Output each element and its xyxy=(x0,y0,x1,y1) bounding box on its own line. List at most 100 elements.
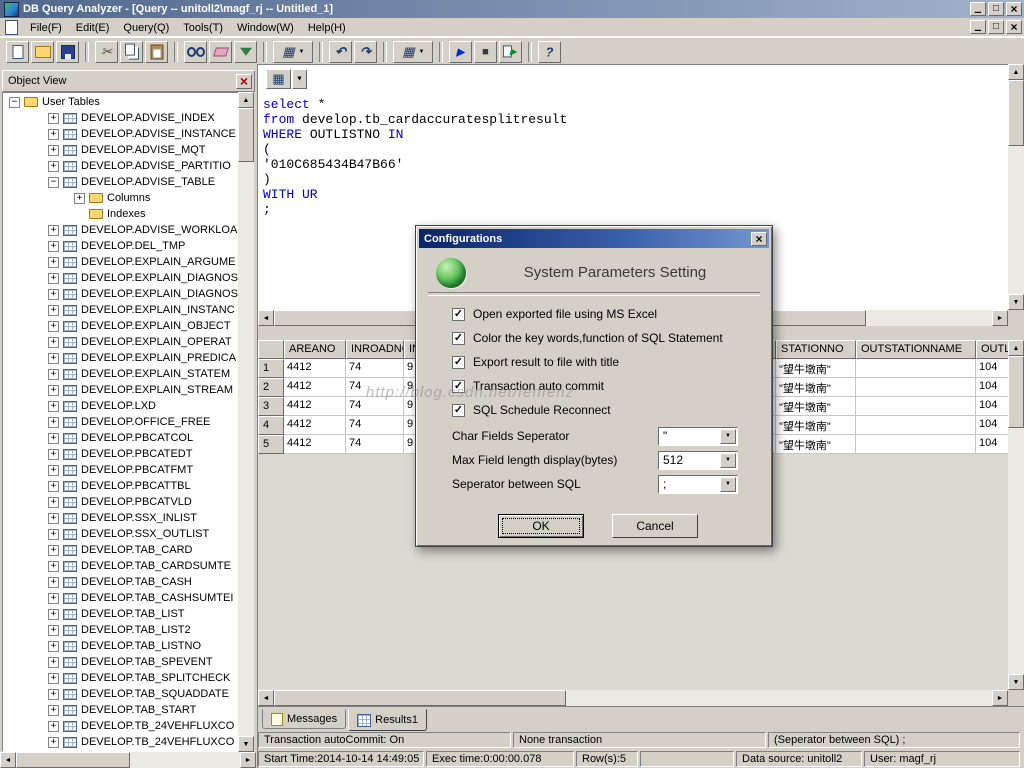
checkbox[interactable] xyxy=(452,403,465,417)
tree-item[interactable]: + DEVELOP.TAB_SQUADDATE xyxy=(4,686,238,702)
grid-cell[interactable]: 4412 xyxy=(284,397,346,416)
grid-cell[interactable]: 4412 xyxy=(284,378,346,397)
app-icon[interactable] xyxy=(4,1,19,17)
checkbox[interactable] xyxy=(452,307,465,321)
close-button[interactable] xyxy=(1006,2,1022,16)
expand-icon[interactable]: + xyxy=(48,672,59,684)
execute-file-button[interactable] xyxy=(499,40,522,63)
tree-item[interactable]: − DEVELOP.ADVISE_TABLE xyxy=(4,174,238,190)
grid-cell[interactable] xyxy=(856,397,976,416)
combo-dropdown-button[interactable] xyxy=(720,428,736,444)
tree-item[interactable]: + DEVELOP.TAB_CARD xyxy=(4,542,238,558)
editor-vertical-scrollbar[interactable] xyxy=(1008,64,1024,310)
scroll-left-button[interactable] xyxy=(258,310,274,326)
expand-icon[interactable]: + xyxy=(74,192,85,204)
scroll-left-button[interactable] xyxy=(258,690,274,706)
tree-item[interactable]: + DEVELOP.PBCATFMT xyxy=(4,462,238,478)
combo-box[interactable]: ; xyxy=(658,474,738,494)
grid-cell[interactable]: "望牛墩南" xyxy=(776,378,856,397)
grid-cell[interactable]: 4412 xyxy=(284,435,346,454)
expand-icon[interactable]: + xyxy=(48,496,59,508)
tree-item[interactable]: + DEVELOP.TAB_START xyxy=(4,702,238,718)
find-button[interactable] xyxy=(184,40,207,63)
dialog-titlebar[interactable]: Configurations xyxy=(419,229,769,248)
minimize-button[interactable] xyxy=(970,2,986,16)
grid-column-header[interactable]: AREANO xyxy=(284,340,346,359)
tree-item[interactable]: + DEVELOP.DEL_TMP xyxy=(4,238,238,254)
expand-icon[interactable]: + xyxy=(48,528,59,540)
execute-query-button[interactable] xyxy=(449,40,472,63)
expand-icon[interactable]: + xyxy=(48,320,59,332)
save-button[interactable] xyxy=(56,40,79,63)
expand-icon[interactable]: + xyxy=(48,464,59,476)
expand-icon[interactable]: + xyxy=(48,688,59,700)
grid-cell[interactable]: 104 xyxy=(976,397,1008,416)
scroll-left-button[interactable] xyxy=(0,752,16,768)
tree-item[interactable]: + DEVELOP.EXPLAIN_INSTANC xyxy=(4,302,238,318)
paste-button[interactable] xyxy=(145,40,168,63)
expand-icon[interactable]: + xyxy=(48,400,59,412)
expand-icon[interactable]: + xyxy=(48,224,59,236)
scroll-down-button[interactable] xyxy=(1008,294,1024,310)
tree-item[interactable]: + DEVELOP.ADVISE_INDEX xyxy=(4,110,238,126)
expand-icon[interactable]: + xyxy=(48,560,59,572)
object-view-close-button[interactable] xyxy=(236,73,252,89)
expand-icon[interactable]: + xyxy=(48,480,59,492)
grid-cell[interactable] xyxy=(856,359,976,378)
expand-icon[interactable]: + xyxy=(48,512,59,524)
expand-icon[interactable]: + xyxy=(48,720,59,732)
dialog-close-button[interactable] xyxy=(751,231,767,246)
tree-item[interactable]: + DEVELOP.TAB_LISTNO xyxy=(4,638,238,654)
tab-results1[interactable]: Results1 xyxy=(348,709,427,731)
expand-icon[interactable]: + xyxy=(48,368,59,380)
expand-icon[interactable]: + xyxy=(48,256,59,268)
scroll-right-button[interactable] xyxy=(992,310,1008,326)
grid-cell[interactable]: 104 xyxy=(976,435,1008,454)
tree-item[interactable]: + DEVELOP.TAB_SPEVENT xyxy=(4,654,238,670)
mdi-minimize-button[interactable] xyxy=(970,20,986,34)
expand-icon[interactable]: + xyxy=(48,576,59,588)
row-header[interactable]: 5 xyxy=(258,435,284,454)
tree-item[interactable]: + DEVELOP.TB_24VEHFLUXCO xyxy=(4,734,238,750)
tree-item[interactable]: + DEVELOP.TAB_SPLITCHECK xyxy=(4,670,238,686)
grid-cell[interactable]: 74 xyxy=(346,435,404,454)
scroll-right-button[interactable] xyxy=(240,752,256,768)
grid-column-header[interactable]: OUTLA xyxy=(976,340,1008,359)
tree-item[interactable]: + DEVELOP.ADVISE_WORKLOA xyxy=(4,222,238,238)
tree-item[interactable]: + DEVELOP.SSX_OUTLIST xyxy=(4,526,238,542)
tree-item[interactable]: + DEVELOP.TAB_CASH xyxy=(4,574,238,590)
expand-icon[interactable]: + xyxy=(48,608,59,620)
grid-cell[interactable]: 74 xyxy=(346,416,404,435)
tree-vertical-scrollbar[interactable] xyxy=(238,92,254,752)
row-header[interactable]: 4 xyxy=(258,416,284,435)
grid-cell[interactable]: 74 xyxy=(346,359,404,378)
expand-icon[interactable]: + xyxy=(48,432,59,444)
collapse-icon[interactable]: − xyxy=(9,96,20,108)
mdi-close-button[interactable] xyxy=(1006,20,1022,34)
clear-button[interactable] xyxy=(209,40,232,63)
tree-item[interactable]: + DEVELOP.EXPLAIN_STATEM xyxy=(4,366,238,382)
tree-item[interactable]: + Columns xyxy=(4,190,238,206)
scroll-up-button[interactable] xyxy=(1008,64,1024,80)
grid-cell[interactable]: 104 xyxy=(976,359,1008,378)
tree-item[interactable]: + DEVELOP.TAB_LIST2 xyxy=(4,622,238,638)
tree-item[interactable]: + DEVELOP.PBCATEDT xyxy=(4,446,238,462)
menu-file[interactable]: File(F) xyxy=(23,20,69,36)
grid-cell[interactable] xyxy=(856,416,976,435)
grid-cell[interactable]: 4412 xyxy=(284,359,346,378)
new-query-button[interactable] xyxy=(6,40,29,63)
combo-dropdown-button[interactable] xyxy=(720,476,736,492)
scroll-right-button[interactable] xyxy=(992,690,1008,706)
expand-icon[interactable]: + xyxy=(48,272,59,284)
expand-icon[interactable]: + xyxy=(48,352,59,364)
scroll-up-button[interactable] xyxy=(238,92,254,108)
expand-icon[interactable]: + xyxy=(48,304,59,316)
grid-cell[interactable]: 104 xyxy=(976,378,1008,397)
menu-edit[interactable]: Edit(E) xyxy=(69,20,117,36)
expand-icon[interactable]: + xyxy=(48,592,59,604)
checkbox[interactable] xyxy=(452,331,465,345)
row-header[interactable]: 2 xyxy=(258,378,284,397)
tree-item[interactable]: + DEVELOP.ADVISE_PARTITIO xyxy=(4,158,238,174)
scroll-down-button[interactable] xyxy=(1008,674,1024,690)
result-display-mode-button[interactable] xyxy=(266,69,291,89)
